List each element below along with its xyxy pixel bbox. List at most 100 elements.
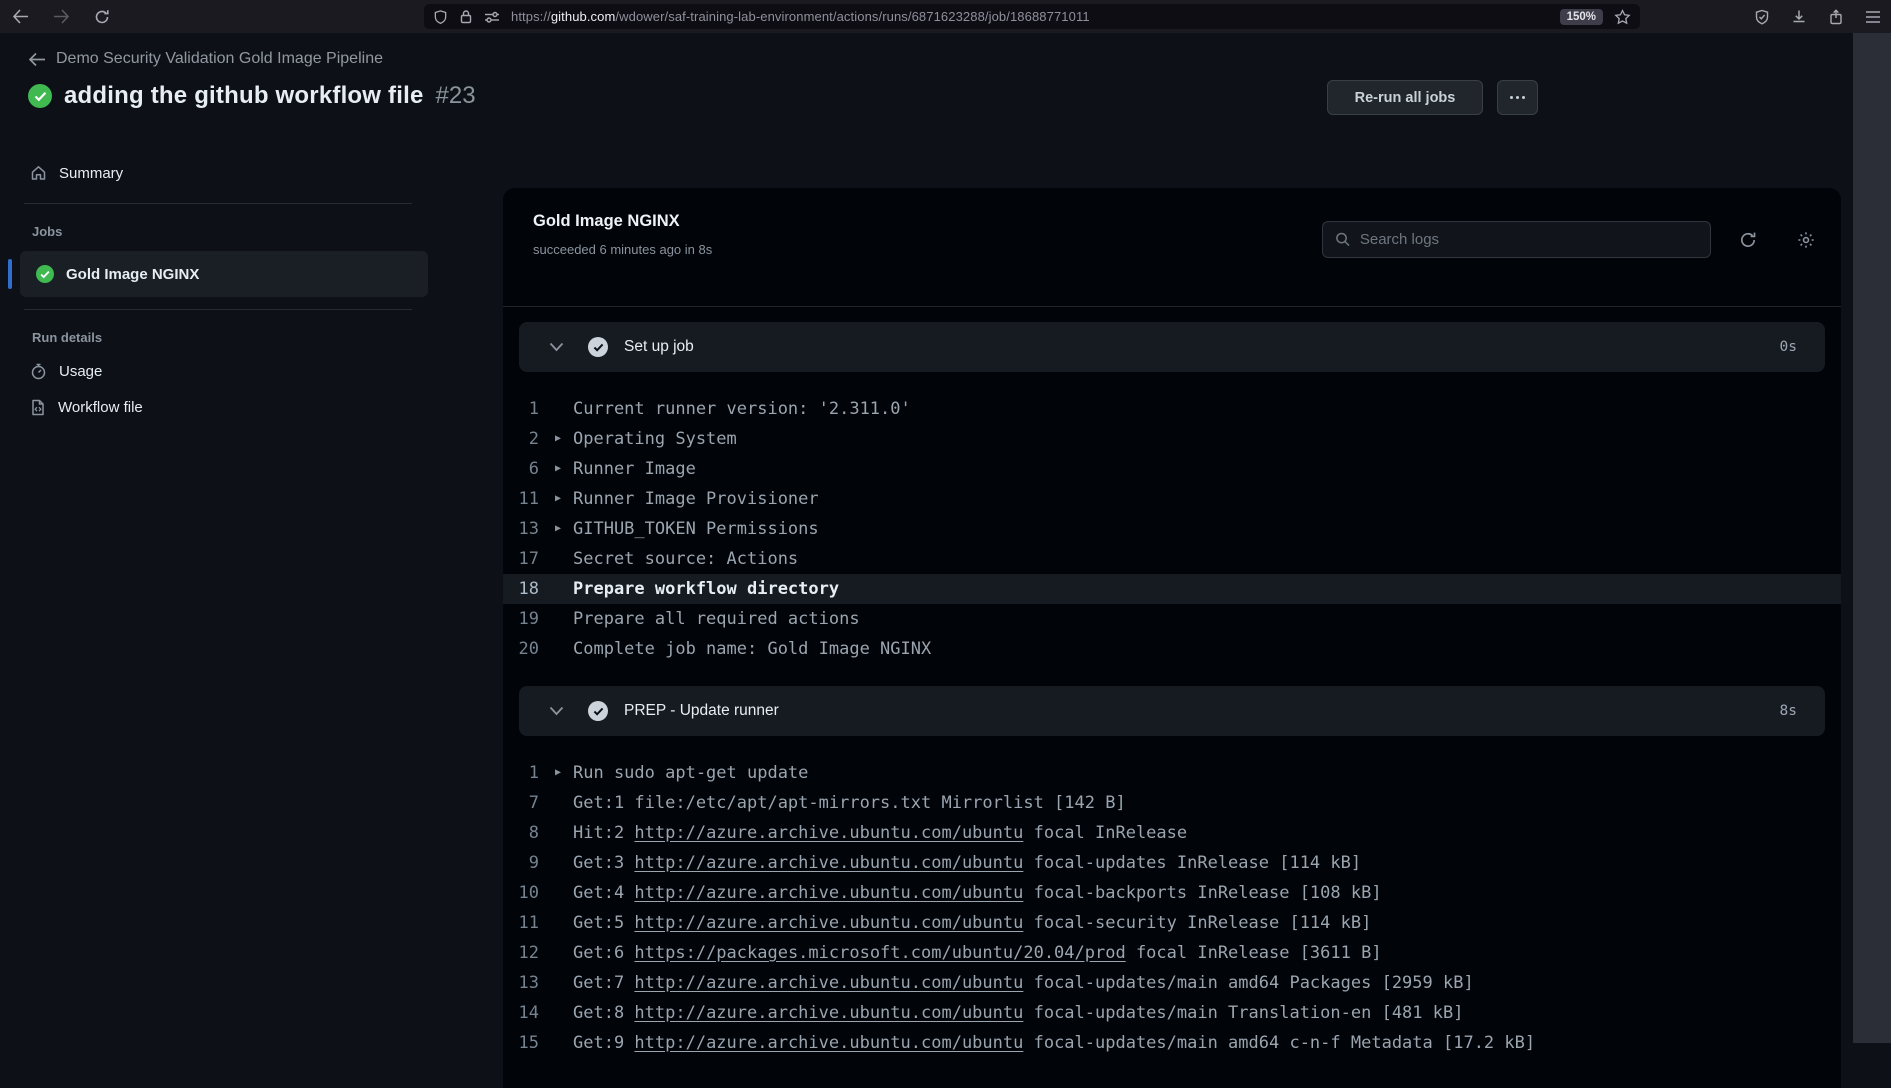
log-line-text: Secret source: Actions <box>573 544 798 574</box>
log-line: 11Get:5 http://azure.archive.ubuntu.com/… <box>503 908 1841 938</box>
gear-icon[interactable] <box>1797 231 1815 249</box>
step-header[interactable]: Set up job 0s <box>519 322 1825 372</box>
log-line-number[interactable]: 9 <box>503 848 539 878</box>
log-line-number[interactable]: 10 <box>503 878 539 908</box>
search-logs-input[interactable] <box>1360 231 1698 248</box>
log-line-number[interactable]: 17 <box>503 544 539 574</box>
zoom-level-badge[interactable]: 150% <box>1560 9 1603 25</box>
log-line-text: Get:3 http://azure.archive.ubuntu.com/ub… <box>573 848 1361 878</box>
url-bar[interactable]: https://github.com/wdower/saf-training-l… <box>424 4 1640 29</box>
log-link[interactable]: http://azure.archive.ubuntu.com/ubuntu <box>634 853 1023 873</box>
step-duration: 8s <box>1780 703 1797 719</box>
log-panel-header: Gold Image NGINX succeeded 6 minutes ago… <box>503 188 1841 307</box>
log-line-number[interactable]: 12 <box>503 938 539 968</box>
sidebar-item-workflow-file[interactable]: Workflow file <box>0 389 436 425</box>
browser-toolbar: https://github.com/wdower/saf-training-l… <box>0 0 1891 33</box>
expand-triangle-icon[interactable]: ▶ <box>555 424 561 454</box>
breadcrumb[interactable]: Demo Security Validation Gold Image Pipe… <box>28 50 383 68</box>
log-sections: Set up job 0s 1Current runner version: '… <box>503 307 1841 1058</box>
log-line-number[interactable]: 20 <box>503 634 539 664</box>
log-line: 14Get:8 http://azure.archive.ubuntu.com/… <box>503 998 1841 1028</box>
log-line-number[interactable]: 11 <box>503 908 539 938</box>
rerun-all-jobs-button[interactable]: Re-run all jobs <box>1327 80 1483 115</box>
log-line-text: ▶GITHUB_TOKEN Permissions <box>573 514 819 544</box>
expand-triangle-icon[interactable]: ▶ <box>555 758 561 788</box>
log-line-text: ▶Run sudo apt-get update <box>573 758 808 788</box>
sidebar-item-summary[interactable]: Summary <box>0 155 436 191</box>
menu-icon[interactable] <box>1865 10 1881 24</box>
log-line-text: Get:4 http://azure.archive.ubuntu.com/ub… <box>573 878 1382 908</box>
url-text[interactable]: https://github.com/wdower/saf-training-l… <box>511 9 1090 24</box>
log-line-number[interactable]: 15 <box>503 1028 539 1058</box>
log-step: Set up job 0s 1Current runner version: '… <box>503 322 1841 664</box>
step-title: Set up job <box>624 338 694 356</box>
step-header[interactable]: PREP - Update runner 8s <box>519 686 1825 736</box>
log-link[interactable]: http://azure.archive.ubuntu.com/ubuntu <box>634 823 1023 843</box>
chevron-down-icon <box>549 706 564 716</box>
log-line-number[interactable]: 7 <box>503 788 539 818</box>
log-line-text: Complete job name: Gold Image NGINX <box>573 634 931 664</box>
sidebar-item-job-gold-image-nginx[interactable]: Gold Image NGINX <box>20 251 428 297</box>
log-line-text: ▶Runner Image <box>573 454 696 484</box>
lock-icon[interactable] <box>459 9 473 24</box>
scrollbar[interactable] <box>1853 33 1891 1043</box>
log-line-text: ▶Operating System <box>573 424 737 454</box>
log-line-number[interactable]: 1 <box>503 394 539 424</box>
run-title: adding the github workflow file <box>64 82 424 110</box>
bookmark-star-icon[interactable] <box>1614 9 1631 25</box>
step-success-icon <box>588 337 608 357</box>
log-link[interactable]: http://azure.archive.ubuntu.com/ubuntu <box>634 913 1023 933</box>
log-line-text: Get:1 file:/etc/apt/apt-mirrors.txt Mirr… <box>573 788 1126 818</box>
expand-triangle-icon[interactable]: ▶ <box>555 454 561 484</box>
log-line-number[interactable]: 11 <box>503 484 539 514</box>
log-line: 2 ▶Operating System <box>503 424 1841 454</box>
log-line: 10 Get:4 http://azure.archive.ubuntu.com/… <box>503 878 1841 908</box>
log-line: 19 Prepare all required actions <box>503 604 1841 634</box>
log-line-number[interactable]: 8 <box>503 818 539 848</box>
log-line-number[interactable]: 1 <box>503 758 539 788</box>
refresh-logs-icon[interactable] <box>1739 231 1757 249</box>
log-link[interactable]: http://azure.archive.ubuntu.com/ubuntu <box>634 1003 1023 1023</box>
log-line-number[interactable]: 18 <box>503 574 539 604</box>
log-line-number[interactable]: 13 <box>503 968 539 998</box>
log-line-number[interactable]: 13 <box>503 514 539 544</box>
success-check-icon <box>28 84 52 108</box>
run-title-row: adding the github workflow file #23 <box>28 82 476 110</box>
search-logs-box[interactable] <box>1322 221 1711 258</box>
log-line-text: Prepare all required actions <box>573 604 860 634</box>
forward-icon[interactable] <box>53 9 70 24</box>
permissions-icon[interactable] <box>484 10 500 24</box>
log-link[interactable]: http://azure.archive.ubuntu.com/ubuntu <box>634 883 1023 903</box>
log-line: 6 ▶Runner Image <box>503 454 1841 484</box>
summary-label: Summary <box>59 165 123 182</box>
log-line-number[interactable]: 2 <box>503 424 539 454</box>
expand-triangle-icon[interactable]: ▶ <box>555 514 561 544</box>
log-link[interactable]: http://azure.archive.ubuntu.com/ubuntu <box>634 1033 1023 1053</box>
kebab-menu-button[interactable] <box>1497 80 1538 115</box>
home-icon <box>30 165 47 181</box>
log-line-number[interactable]: 19 <box>503 604 539 634</box>
run-details-heading: Run details <box>0 322 436 353</box>
back-icon[interactable] <box>12 9 29 24</box>
log-line-text: Get:7 http://azure.archive.ubuntu.com/ub… <box>573 968 1474 998</box>
divider <box>24 203 412 204</box>
divider <box>24 309 412 310</box>
share-icon[interactable] <box>1828 9 1844 25</box>
log-line-text: ▶Runner Image Provisioner <box>573 484 819 514</box>
sidebar-item-usage[interactable]: Usage <box>0 353 436 389</box>
downloads-icon[interactable] <box>1791 9 1807 25</box>
log-line: 13 ▶GITHUB_TOKEN Permissions <box>503 514 1841 544</box>
workflow-name: Demo Security Validation Gold Image Pipe… <box>56 50 383 68</box>
reload-icon[interactable] <box>94 9 110 25</box>
log-line-text: Get:9 http://azure.archive.ubuntu.com/ub… <box>573 1028 1535 1058</box>
step-lines: 1 ▶Run sudo apt-get update 7 Get:1 file:/et… <box>503 758 1841 1058</box>
log-line: 18Prepare workflow directory <box>503 574 1841 604</box>
file-code-icon <box>30 399 46 416</box>
log-line-number[interactable]: 6 <box>503 454 539 484</box>
log-link[interactable]: http://azure.archive.ubuntu.com/ubuntu <box>634 973 1023 993</box>
expand-triangle-icon[interactable]: ▶ <box>555 484 561 514</box>
shield-check-icon[interactable] <box>1754 9 1770 25</box>
log-link[interactable]: https://packages.microsoft.com/ubuntu/20… <box>634 943 1125 963</box>
shield-icon[interactable] <box>433 9 448 25</box>
log-line-number[interactable]: 14 <box>503 998 539 1028</box>
